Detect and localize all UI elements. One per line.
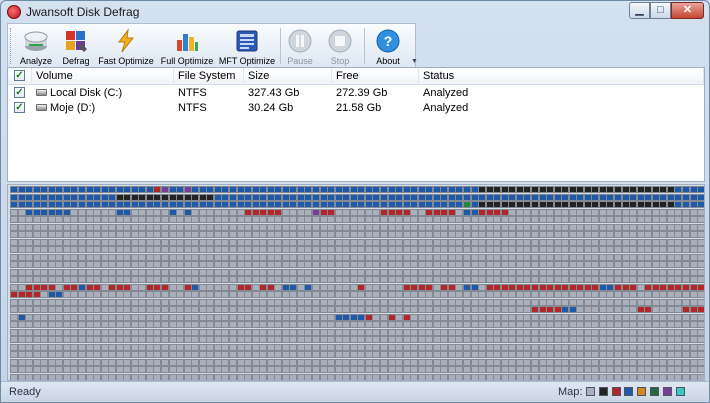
app-logo-icon (7, 5, 21, 19)
cluster-block (697, 328, 704, 336)
column-free[interactable]: Free (332, 68, 419, 85)
file-system-cell: NTFS (178, 102, 207, 114)
column-size[interactable]: Size (244, 68, 332, 85)
mft-optimize-icon (236, 30, 258, 52)
select-all-checkbox[interactable]: ✓ (14, 70, 25, 81)
fast-optimize-button[interactable]: Fast Optimize (96, 26, 156, 66)
cluster-block (697, 253, 704, 261)
cluster-block (697, 306, 704, 313)
volume-cell: Moje (D:) (32, 101, 174, 116)
status-text: Ready (9, 386, 41, 398)
volume-cell: Local Disk (C:) (32, 86, 174, 101)
status-cell: Analyzed (423, 87, 469, 99)
maximize-button[interactable]: □ (650, 2, 671, 19)
status-cell: Analyzed (423, 102, 469, 114)
row-checkbox[interactable]: ✓ (14, 102, 25, 113)
defrag-icon (66, 31, 87, 52)
about-button[interactable]: ? About (370, 26, 406, 66)
column-file-system[interactable]: File System (174, 68, 244, 85)
free-cell: 21.58 Gb (336, 102, 382, 114)
drive-icon (36, 104, 47, 111)
volume-name: Moje (D:) (50, 102, 96, 114)
file-system-cell: NTFS (178, 87, 207, 99)
cluster-block (697, 366, 704, 373)
cluster-block (697, 283, 704, 291)
legend-swatch (637, 387, 647, 396)
map-legend-label: Map: (558, 386, 583, 398)
svg-text:?: ? (384, 33, 393, 49)
legend-swatch (586, 387, 595, 396)
volume-row[interactable]: ✓ Local Disk (C:) NTFS 327.43 Gb 272.39 … (8, 86, 704, 101)
legend-swatch (650, 387, 659, 396)
free-cell: 272.39 Gb (336, 87, 388, 99)
cluster-block (697, 231, 704, 238)
cluster-block (697, 208, 704, 216)
drive-icon (36, 89, 47, 96)
stop-icon (328, 29, 352, 53)
close-button[interactable]: ✕ (671, 2, 704, 19)
cluster-block (697, 343, 704, 351)
cluster-block (697, 358, 704, 366)
legend-swatch (662, 387, 672, 396)
window-title: Jwansoft Disk Defrag (26, 5, 140, 19)
toolbar-overflow-icon[interactable]: ▼ (411, 58, 418, 65)
size-cell: 30.24 Gb (248, 102, 294, 114)
volume-list: ✓ Volume File System Size Free Status ✓ … (7, 67, 705, 182)
cluster-block (697, 351, 704, 358)
full-optimize-icon (177, 34, 198, 51)
app-window: Jwansoft Disk Defrag ▁ □ ✕ Analyze Defra… (0, 0, 710, 403)
cluster-block (697, 336, 704, 343)
cluster-block (697, 268, 704, 276)
volume-name: Local Disk (C:) (50, 87, 123, 99)
legend-swatch (624, 387, 634, 396)
cluster-block (697, 238, 704, 246)
column-status[interactable]: Status (419, 68, 704, 85)
cluster-grid (8, 185, 704, 380)
pause-button[interactable]: Pause (284, 26, 316, 66)
header-checkbox-cell[interactable]: ✓ (8, 68, 32, 85)
volume-list-header: ✓ Volume File System Size Free Status (8, 68, 704, 85)
defrag-button[interactable]: Defrag (60, 26, 92, 66)
size-cell: 327.43 Gb (248, 87, 300, 99)
cluster-block (697, 321, 704, 328)
legend-swatch (611, 387, 621, 396)
cluster-block (697, 246, 704, 253)
toolbar-separator (364, 28, 365, 64)
legend-swatch (598, 387, 608, 396)
analyze-icon (24, 31, 48, 51)
legend-swatch (675, 387, 685, 396)
cluster-block (697, 201, 704, 208)
toolbar: Analyze Defrag Fast Optimize Full Optimi… (7, 23, 418, 67)
mft-optimize-button[interactable]: MFT Optimize (218, 26, 276, 66)
cluster-block (697, 313, 704, 321)
cluster-block (697, 298, 704, 306)
minimize-button[interactable]: ▁ (629, 2, 650, 19)
pause-icon (288, 29, 312, 53)
analyze-button[interactable]: Analyze (16, 26, 56, 66)
cluster-block (697, 216, 704, 223)
cluster-block (697, 193, 704, 201)
fast-optimize-icon (118, 28, 135, 53)
column-volume[interactable]: Volume (32, 68, 174, 85)
cluster-block (697, 373, 704, 380)
disk-cluster-map (7, 184, 705, 381)
title-bar: Jwansoft Disk Defrag ▁ □ ✕ (1, 1, 709, 23)
stop-button[interactable]: Stop (324, 26, 356, 66)
about-icon: ? (376, 29, 400, 53)
cluster-block (697, 186, 704, 193)
row-checkbox[interactable]: ✓ (14, 87, 25, 98)
toolbar-separator (280, 28, 281, 64)
status-bar: Ready Map: (1, 381, 709, 402)
cluster-block (697, 276, 704, 283)
cluster-block (697, 291, 704, 298)
volume-row[interactable]: ✓ Moje (D:) NTFS 30.24 Gb 21.58 Gb Analy… (8, 101, 704, 116)
toolbar-grip[interactable] (10, 28, 13, 64)
cluster-block (697, 261, 704, 268)
cluster-block (697, 223, 704, 231)
full-optimize-button[interactable]: Full Optimize (158, 26, 216, 66)
